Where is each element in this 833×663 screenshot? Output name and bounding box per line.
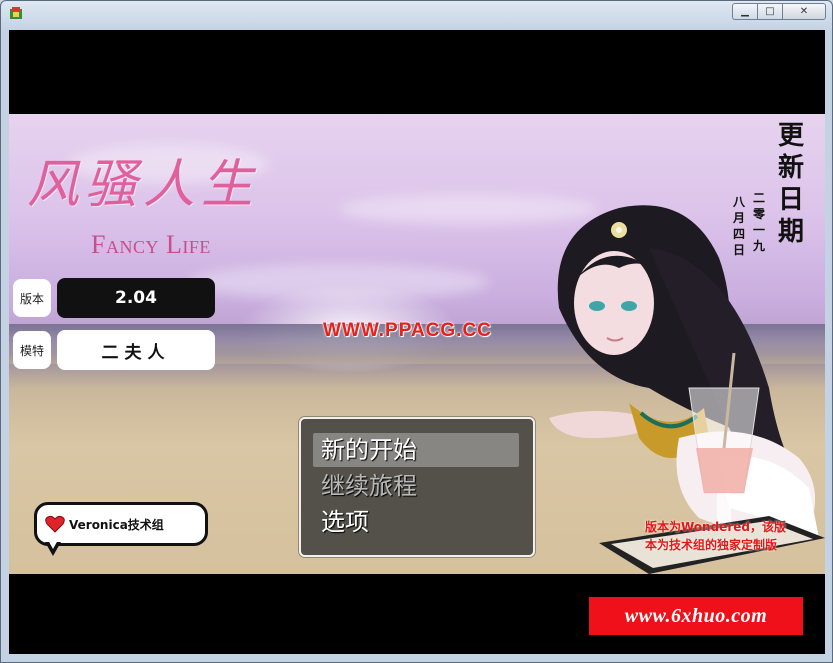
title-screen-background: 风骚人生 Fancy Life 版本 2.04 模特 二夫人 更 新 日 期 二… (9, 114, 825, 574)
game-window: ▁ □ ✕ 风骚人生 Fancy Life 版本 2.04 模特 二夫人 更 新… (0, 0, 833, 663)
game-title-chinese: 风骚人生 (27, 155, 260, 215)
credit-text: 版本为Wondered，该版 本为技术组的独家定制版 (645, 520, 786, 552)
game-title-english: Fancy Life (91, 230, 211, 259)
menu-options[interactable]: 选项 (313, 505, 519, 539)
version-value: 2.04 (57, 278, 215, 318)
update-date-block: 更 新 日 期 二零一九 八月四日 (727, 120, 817, 270)
minimize-button[interactable]: ▁ (732, 3, 758, 20)
menu-continue[interactable]: 继续旅程 (313, 469, 519, 503)
menu-new-game[interactable]: 新的开始 (313, 433, 519, 467)
site-banner: www.6xhuo.com (589, 597, 803, 635)
close-button[interactable]: ✕ (782, 3, 826, 20)
update-date-day: 八月四日 (732, 195, 745, 257)
credit-bubble: Veronica技术组 (34, 502, 208, 546)
watermark-url: WWW.PPACG.CC (323, 320, 492, 341)
model-value: 二夫人 (57, 330, 215, 370)
app-icon (10, 7, 22, 19)
heart-icon (45, 515, 65, 533)
title-bar[interactable]: ▁ □ ✕ (1, 1, 832, 27)
bubble-text: Veronica技术组 (69, 517, 164, 532)
maximize-button[interactable]: □ (757, 3, 783, 20)
version-label: 版本 (13, 279, 51, 317)
update-date-title: 更 新 日 期 (777, 121, 804, 247)
model-label: 模特 (13, 331, 51, 369)
update-date-year: 二零一九 (752, 191, 765, 253)
title-menu: 新的开始 继续旅程 选项 (299, 417, 535, 557)
game-viewport[interactable]: 风骚人生 Fancy Life 版本 2.04 模特 二夫人 更 新 日 期 二… (9, 30, 825, 654)
